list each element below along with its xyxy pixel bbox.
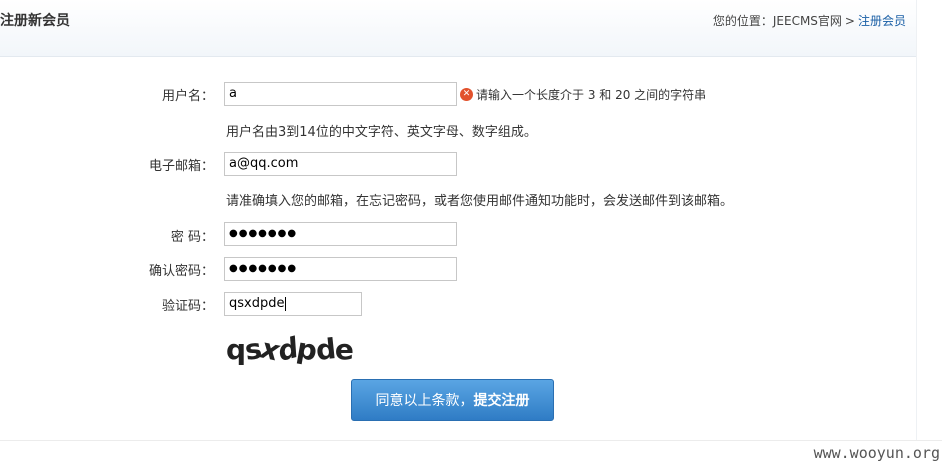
captcha-label: 验证码： — [161, 299, 214, 314]
breadcrumb-current-link[interactable]: 注册会员 — [858, 14, 906, 28]
username-hint: 用户名由3到14位的中文字符、英文字母、数字组成。 — [226, 125, 537, 140]
watermark: www.wooyun.org — [813, 444, 940, 462]
email-label: 电子邮箱： — [148, 159, 214, 174]
username-error-text: 请输入一个长度介于 3 和 20 之间的字符串 — [476, 88, 707, 102]
breadcrumb-prefix: 您的位置： — [712, 14, 773, 28]
breadcrumb: 您的位置：JEECMS官网 > 注册会员 — [713, 12, 906, 29]
username-error: ✕ 请输入一个长度介于 3 和 20 之间的字符串 — [460, 86, 706, 103]
submit-bold-text: 提交注册 — [473, 393, 530, 409]
captcha-image[interactable]: qsxdpde — [226, 331, 354, 368]
email-input[interactable]: a@qq.com — [224, 152, 457, 176]
username-input[interactable]: a — [224, 82, 457, 106]
page-header: 注册新会员 您的位置：JEECMS官网 > 注册会员 — [0, 0, 916, 57]
breadcrumb-separator: > — [844, 14, 855, 28]
right-edge-panel — [916, 0, 942, 440]
submit-normal-text: 同意以上条款， — [375, 393, 474, 409]
confirm-password-input[interactable]: ●●●●●●● — [224, 257, 457, 281]
captcha-char: d — [314, 332, 337, 367]
captcha-char: e — [334, 333, 354, 366]
footer-bar — [0, 440, 942, 465]
page-title: 注册新会员 — [0, 13, 70, 29]
breadcrumb-home-link[interactable]: JEECMS官网 — [773, 14, 842, 28]
submit-register-button[interactable]: 同意以上条款，提交注册 — [351, 379, 554, 421]
password-input[interactable]: ●●●●●●● — [224, 222, 457, 246]
captcha-char: q — [226, 333, 246, 366]
text-caret — [285, 296, 287, 311]
confirm-password-label: 确认密码： — [148, 264, 214, 279]
error-x-icon: ✕ — [460, 88, 473, 101]
captcha-input[interactable]: qsxdpde — [224, 292, 362, 316]
username-label: 用户名： — [161, 89, 214, 104]
password-label: 密 码： — [170, 230, 214, 245]
email-hint: 请准确填入您的邮箱，在忘记密码，或者您使用邮件通知功能时，会发送邮件到该邮箱。 — [226, 194, 734, 209]
captcha-input-value: qsxdpde — [229, 296, 285, 311]
